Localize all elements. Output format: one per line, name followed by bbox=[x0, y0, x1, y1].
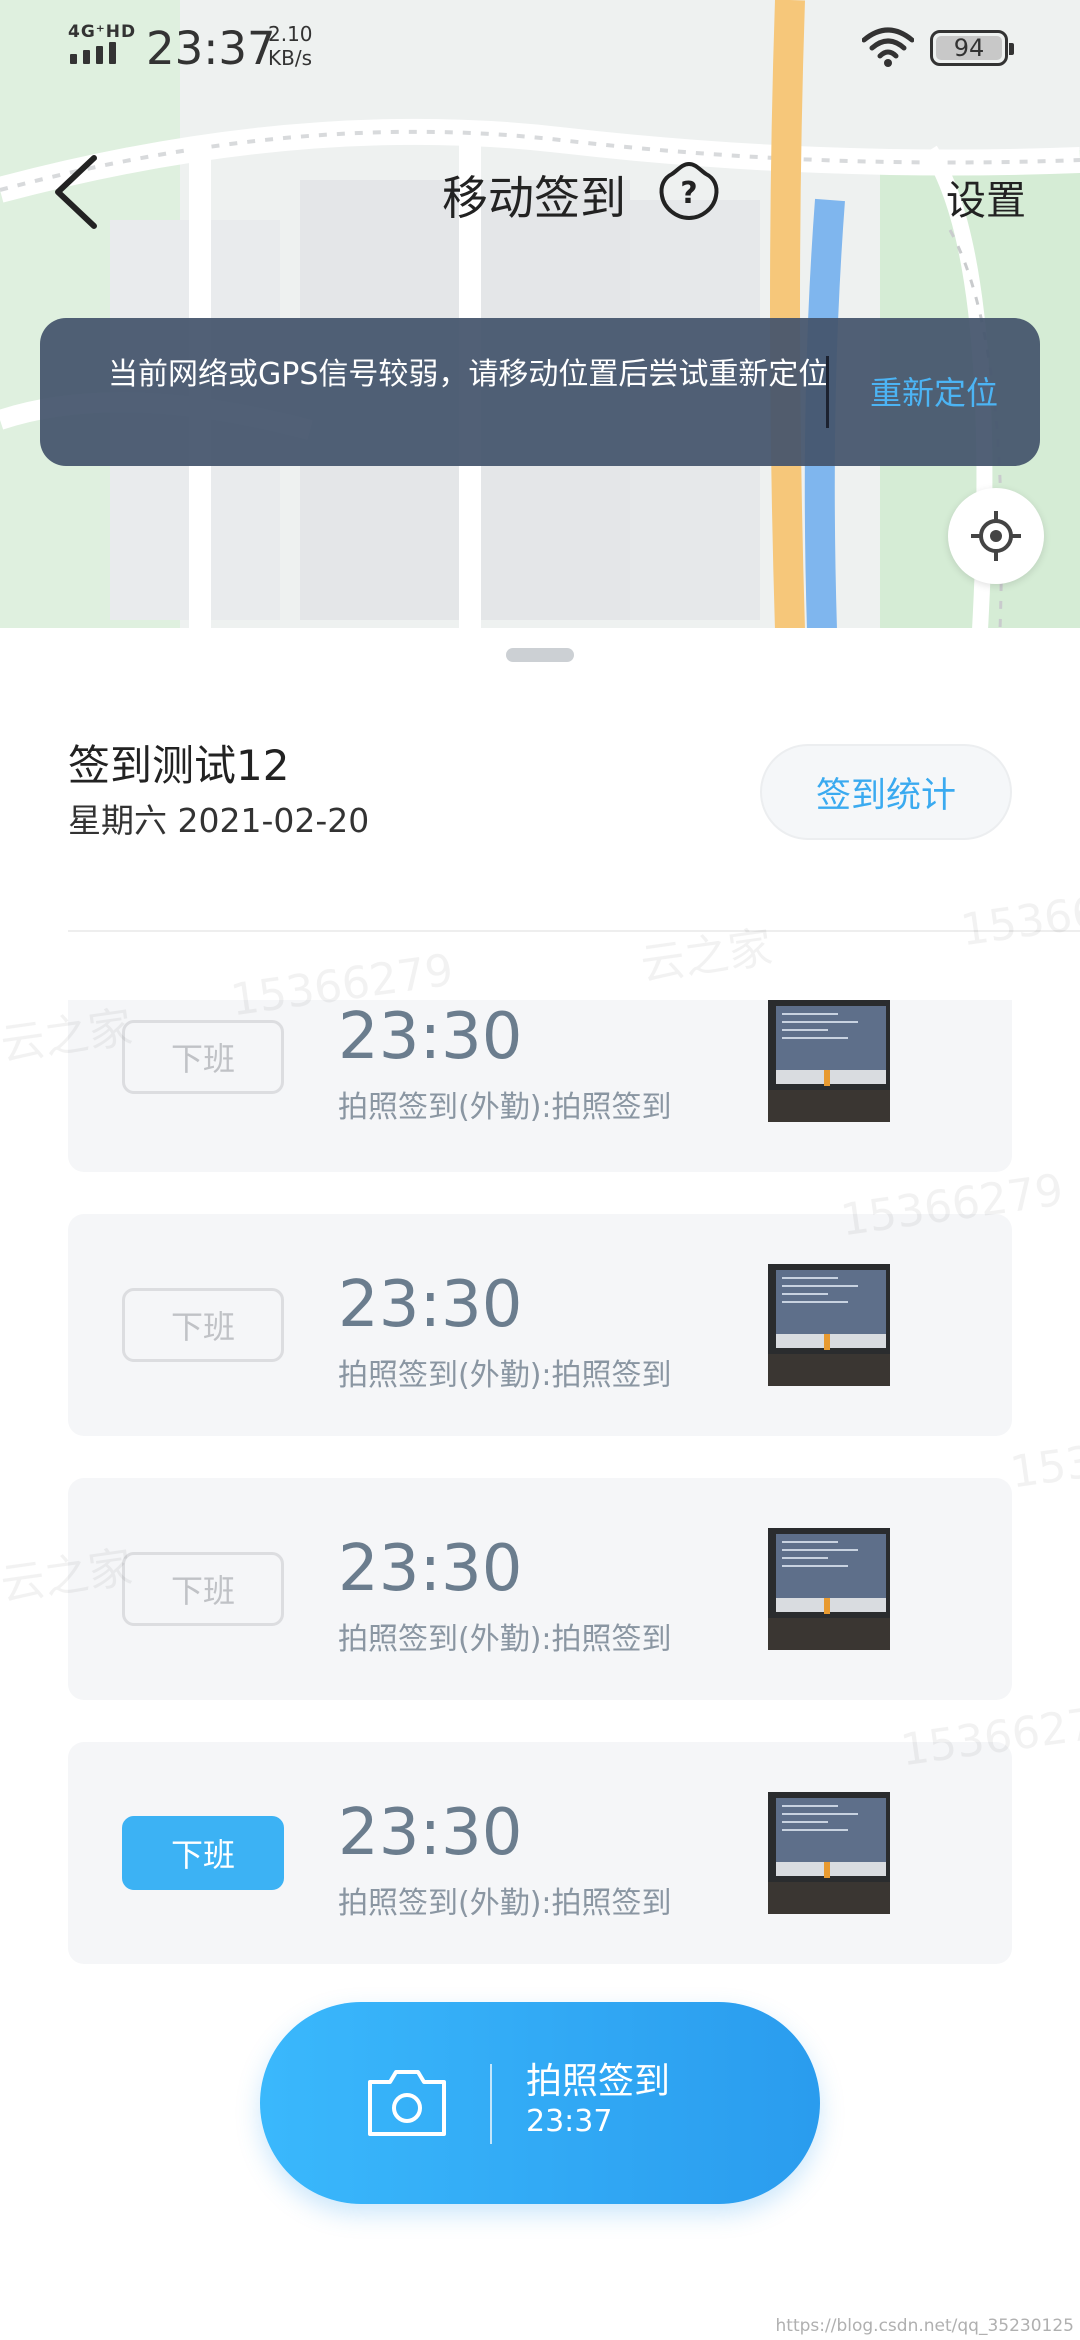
record-type-tag: 下班 bbox=[122, 1552, 284, 1626]
wifi-icon bbox=[862, 27, 914, 67]
record-time: 23:30 bbox=[338, 1268, 523, 1342]
network-speed: 2.10 KB/s bbox=[268, 22, 313, 70]
help-icon[interactable]: ? bbox=[656, 158, 722, 224]
photo-thumbnail bbox=[768, 1528, 890, 1650]
page-title: 移动签到 bbox=[442, 171, 626, 225]
crosshair-icon bbox=[971, 511, 1021, 561]
locate-button[interactable] bbox=[948, 488, 1044, 584]
record-desc: 拍照签到(外勤):拍照签到 bbox=[338, 1886, 672, 1921]
record-desc: 拍照签到(外勤):拍照签到 bbox=[338, 1358, 672, 1393]
record-time: 23:30 bbox=[338, 1000, 523, 1074]
svg-text:?: ? bbox=[680, 176, 697, 211]
toast-divider bbox=[826, 356, 829, 428]
source-watermark: https://blog.csdn.net/qq_35230125 bbox=[775, 2316, 1074, 2336]
relocate-button[interactable]: 重新定位 bbox=[870, 368, 998, 414]
photo-thumbnail bbox=[768, 1264, 890, 1386]
status-bar: 4G⁺HD 23:37 2.10 KB/s 94 bbox=[0, 0, 1080, 96]
network-type: 4G⁺HD bbox=[68, 22, 137, 42]
status-time: 23:37 bbox=[146, 22, 276, 75]
record-photo[interactable] bbox=[768, 1792, 890, 1914]
toast-message: 当前网络或GPS信号较弱，请移动位置后尝试重新定位 bbox=[108, 357, 829, 392]
drag-handle[interactable] bbox=[506, 648, 574, 662]
record-type-tag: 下班 bbox=[122, 1288, 284, 1362]
record-desc: 拍照签到(外勤):拍照签到 bbox=[338, 1622, 672, 1657]
record-card: 下班 23:30 拍照签到(外勤):拍照签到 bbox=[68, 1214, 1012, 1436]
weak-signal-toast: 当前网络或GPS信号较弱，请移动位置后尝试重新定位 重新定位 bbox=[40, 318, 1040, 466]
signal-icon bbox=[70, 42, 116, 64]
record-photo[interactable] bbox=[768, 1264, 890, 1386]
battery-level: 94 bbox=[953, 34, 985, 62]
photo-checkin-label: 拍照签到 bbox=[526, 2061, 671, 2102]
record-photo[interactable] bbox=[768, 1000, 890, 1122]
record-photo[interactable] bbox=[768, 1528, 890, 1650]
record-desc: 拍照签到(外勤):拍照签到 bbox=[338, 1090, 672, 1125]
checkin-stats-button[interactable]: 签到统计 bbox=[760, 744, 1012, 840]
record-card: 下班 23:30 拍照签到(外勤):拍照签到 bbox=[68, 1478, 1012, 1700]
photo-button-divider bbox=[490, 2064, 492, 2144]
task-date: 星期六 2021-02-20 bbox=[68, 801, 370, 840]
record-time: 23:30 bbox=[338, 1532, 523, 1606]
battery-icon: 94 bbox=[930, 30, 1014, 66]
record-type-tag: 下班 bbox=[122, 1816, 284, 1890]
network-speed-value: 2.10 bbox=[268, 22, 313, 46]
network-speed-unit: KB/s bbox=[268, 46, 312, 70]
record-card: 下班 23:30 拍照签到(外勤):拍照签到 bbox=[68, 1000, 1012, 1172]
camera-icon bbox=[368, 2070, 446, 2136]
record-card: 下班 23:30 拍照签到(外勤):拍照签到 bbox=[68, 1742, 1012, 1964]
photo-checkin-time: 23:37 bbox=[526, 2104, 613, 2139]
divider bbox=[68, 930, 1080, 932]
photo-thumbnail bbox=[768, 1000, 890, 1122]
checkin-record-list[interactable]: 下班 23:30 拍照签到(外勤):拍照签到 下班 23:30 拍照签到(外勤)… bbox=[0, 1000, 1080, 2000]
back-icon[interactable] bbox=[48, 154, 104, 230]
photo-checkin-button[interactable]: 拍照签到 23:37 bbox=[260, 2002, 820, 2204]
record-type-tag: 下班 bbox=[122, 1020, 284, 1094]
nav-bar: 移动签到 ? 设置 bbox=[0, 140, 1080, 240]
task-name: 签到测试12 bbox=[68, 741, 290, 790]
settings-button[interactable]: 设置 bbox=[946, 168, 1026, 226]
photo-thumbnail bbox=[768, 1792, 890, 1914]
record-time: 23:30 bbox=[338, 1796, 523, 1870]
